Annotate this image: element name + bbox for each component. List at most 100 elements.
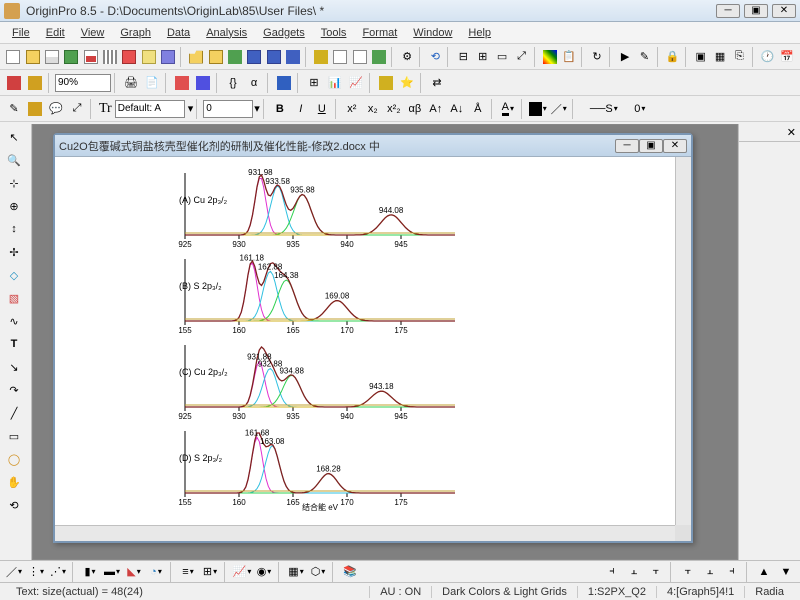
doc-minimize-button[interactable]: ─ (615, 139, 639, 153)
scatter-plot-button[interactable]: ⋮▾ (26, 562, 46, 582)
back-button[interactable]: ▼ (776, 562, 796, 582)
maximize-button[interactable]: ▣ (744, 4, 768, 18)
new-matrix-button[interactable] (101, 47, 119, 67)
zoom-tool[interactable]: 🔍 (2, 149, 26, 171)
new-graph-button[interactable] (81, 47, 99, 67)
supersubscript-button[interactable]: x²₂ (384, 99, 404, 119)
edit-mode-button[interactable]: ✎ (4, 99, 24, 119)
import-wizard-button[interactable] (312, 47, 330, 67)
surface-3d-button[interactable]: ▦▾ (286, 562, 306, 582)
underline-button[interactable]: U (312, 99, 332, 119)
copy-page-button[interactable] (172, 73, 192, 93)
align-bottom-button[interactable]: ⫞ (722, 562, 742, 582)
add-color-button[interactable] (540, 47, 558, 67)
import-multi-ascii-button[interactable] (351, 47, 369, 67)
circle-tool[interactable]: ◯ (2, 448, 26, 470)
print-preview-button[interactable]: 📄 (142, 73, 162, 93)
text-tool[interactable]: T (2, 333, 26, 355)
contour-button[interactable]: ◉▾ (254, 562, 274, 582)
zoom-in-button[interactable]: ⊞ (474, 47, 492, 67)
align-top-button[interactable]: ⫟ (678, 562, 698, 582)
menu-data[interactable]: Data (159, 24, 198, 42)
graph-window[interactable]: Cu2O包覆碱式铜盐核壳型催化剂的研制及催化性能-修改2.docx 中 ─ ▣ … (53, 133, 693, 543)
line-tool[interactable]: ╱ (2, 402, 26, 424)
import-ascii-button[interactable] (331, 47, 349, 67)
menu-window[interactable]: Window (405, 24, 460, 42)
new-layout-button[interactable] (159, 47, 177, 67)
align-left-button[interactable]: ⫞ (602, 562, 622, 582)
region-tool[interactable]: ▧ (2, 287, 26, 309)
import-excel-button[interactable] (370, 47, 388, 67)
dropdown-icon[interactable]: ▾ (254, 102, 260, 115)
slideshow-button[interactable]: ▶ (616, 47, 634, 67)
bold-button[interactable]: B (270, 99, 290, 119)
bar-plot-button[interactable]: ▬▾ (102, 562, 122, 582)
fitting-button[interactable]: 📈 (346, 73, 366, 93)
project-explorer-button[interactable] (4, 73, 24, 93)
pie-plot-button[interactable]: ◔▾ (146, 562, 166, 582)
new-legend-button[interactable] (25, 99, 45, 119)
digitize-button[interactable]: ✎ (635, 47, 653, 67)
data-reader-tool[interactable]: ⊕ (2, 195, 26, 217)
align-middle-button[interactable]: ⫠ (700, 562, 720, 582)
italic-button[interactable]: I (291, 99, 311, 119)
curved-arrow-tool[interactable]: ↷ (2, 379, 26, 401)
layer-mgmt-button[interactable]: ⊞ (304, 73, 324, 93)
clock-button[interactable]: 🕐 (758, 47, 776, 67)
save-template-button[interactable] (264, 47, 282, 67)
minimize-button[interactable]: ─ (716, 4, 740, 18)
doc-close-button[interactable]: ✕ (663, 139, 687, 153)
increase-font-button[interactable]: A↑ (426, 99, 446, 119)
stock-plot-button[interactable]: 📈▾ (232, 562, 252, 582)
save-button[interactable] (245, 47, 263, 67)
merge-button[interactable]: ⎘ (730, 47, 748, 67)
menu-tools[interactable]: Tools (313, 24, 355, 42)
batch-process-button[interactable]: ⚙ (398, 47, 416, 67)
align-right-button[interactable]: ⫟ (646, 562, 666, 582)
new-notes-button[interactable] (140, 47, 158, 67)
extract-layers-button[interactable]: ▦ (711, 47, 729, 67)
plot-setup-button[interactable]: 📊 (325, 73, 345, 93)
greek-button[interactable]: αβ (405, 99, 425, 119)
annotation-button[interactable]: 💬 (46, 99, 66, 119)
align-center-button[interactable]: ⫠ (624, 562, 644, 582)
superscript-button[interactable]: x² (342, 99, 362, 119)
fontsize-combo[interactable] (203, 100, 253, 118)
fill-color-button[interactable]: ▾ (528, 99, 548, 119)
data-cursor-tool[interactable]: ✢ (2, 241, 26, 263)
new-workbook-button[interactable] (43, 47, 61, 67)
new-folder-button[interactable] (23, 47, 41, 67)
labtalk-button[interactable]: α (244, 73, 264, 93)
area-plot-button[interactable]: ◣▾ (124, 562, 144, 582)
xy-scale-button[interactable]: ⤢ (67, 99, 87, 119)
line-plot-button[interactable]: ／▾ (4, 562, 24, 582)
new-2d-function-button[interactable] (120, 47, 138, 67)
horizontal-scrollbar[interactable] (55, 525, 675, 541)
results-log-button[interactable] (25, 73, 45, 93)
column-plot-button[interactable]: ▮▾ (80, 562, 100, 582)
fontcolor-button[interactable]: A▾ (498, 99, 518, 119)
theme-button[interactable] (376, 73, 396, 93)
screen-reader-tool[interactable]: ⊹ (2, 172, 26, 194)
menu-help[interactable]: Help (460, 24, 499, 42)
menu-format[interactable]: Format (354, 24, 405, 42)
data-selector-tool[interactable]: ↕ (2, 218, 26, 240)
add-layer-button[interactable]: ▣ (691, 47, 709, 67)
line-width-combo[interactable]: 0▾ (630, 99, 650, 119)
line-color-button[interactable]: ／▾ (549, 99, 569, 119)
line-symbol-button[interactable]: ⋰▾ (48, 562, 68, 582)
arrow-tool[interactable]: ↘ (2, 356, 26, 378)
duplicate-button[interactable]: 📋 (560, 47, 578, 67)
menu-analysis[interactable]: Analysis (198, 24, 255, 42)
line-style-combo[interactable]: ── S▾ (579, 99, 629, 119)
chart-canvas[interactable]: (A) Cu 2p₃/₂ 925930935940945 931.98933.5… (55, 157, 675, 525)
doc-titlebar[interactable]: Cu2O包覆碱式铜盐核壳型催化剂的研制及催化性能-修改2.docx 中 ─ ▣ … (55, 135, 691, 157)
zoom-combo[interactable] (55, 74, 111, 92)
multi-y-button[interactable]: ≡▾ (178, 562, 198, 582)
open-excel-button[interactable] (226, 47, 244, 67)
template-library-button[interactable]: 📚 (340, 562, 360, 582)
open-template-button[interactable] (206, 47, 224, 67)
zoom-out-button[interactable]: ⊟ (454, 47, 472, 67)
rescale-button[interactable]: ⤢ (512, 47, 530, 67)
recalculate-button[interactable]: ⟲ (426, 47, 444, 67)
